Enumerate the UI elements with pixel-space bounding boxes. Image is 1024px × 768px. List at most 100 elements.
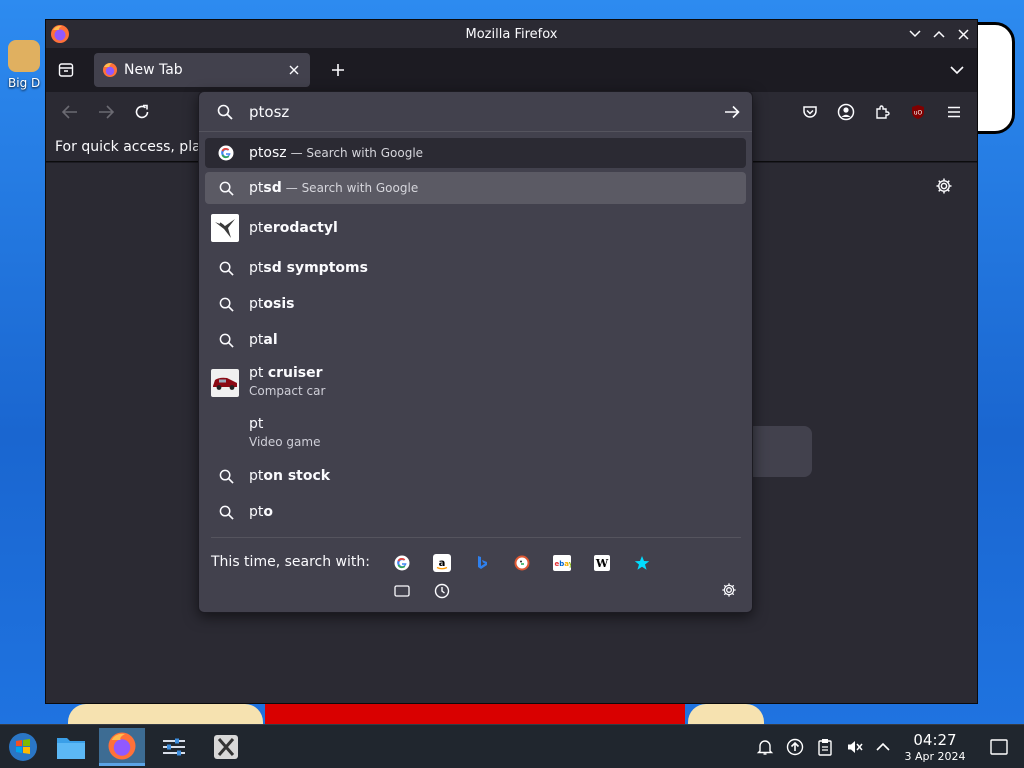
suggestion-row[interactable]: pt Video game xyxy=(205,408,746,458)
search-icon xyxy=(217,331,235,349)
suggestion-row[interactable]: ptosz — Search with Google xyxy=(205,138,746,168)
sliders-icon xyxy=(163,738,185,756)
forward-arrow-icon[interactable] xyxy=(94,100,118,124)
suggestion-completion: erodactyl xyxy=(263,220,338,236)
google-engine-icon[interactable] xyxy=(393,554,411,572)
suggestion-typed: pt xyxy=(249,260,264,276)
wikipedia-engine-icon[interactable]: W xyxy=(593,554,611,572)
tabs-mode-icon[interactable] xyxy=(393,582,411,600)
ublock-origin-icon[interactable]: uO xyxy=(906,100,930,124)
search-icon xyxy=(217,179,235,197)
window-title: Mozilla Firefox xyxy=(465,26,558,42)
suggestion-typed: pt xyxy=(249,296,264,312)
hamburger-menu-icon[interactable] xyxy=(942,100,966,124)
start-menu-button[interactable] xyxy=(0,728,46,766)
window-controls xyxy=(907,24,971,44)
suggestion-row[interactable]: pto xyxy=(205,494,746,530)
newtab-settings-gear-icon[interactable] xyxy=(935,177,955,197)
clipboard-icon[interactable] xyxy=(815,737,835,757)
title-bar[interactable]: Mozilla Firefox xyxy=(46,20,977,48)
amazon-engine-icon[interactable]: a xyxy=(433,554,451,572)
duckduckgo-engine-icon[interactable] xyxy=(513,554,531,572)
suggestion-typed: pt xyxy=(249,180,264,196)
svg-text:ebay: ebay xyxy=(555,560,572,568)
search-settings-gear-icon[interactable] xyxy=(721,582,739,600)
taskbar-file-manager[interactable] xyxy=(48,728,94,766)
minimize-icon[interactable] xyxy=(907,24,923,44)
suggestion-completion: on stock xyxy=(263,468,331,484)
pterodactyl-thumbnail xyxy=(211,214,239,242)
taskbar-firefox[interactable] xyxy=(99,728,145,766)
history-clock-icon[interactable] xyxy=(433,582,451,600)
extensions-puzzle-icon[interactable] xyxy=(870,100,894,124)
search-icon xyxy=(217,503,235,521)
back-arrow-icon[interactable] xyxy=(58,100,82,124)
maximize-icon[interactable] xyxy=(931,24,947,44)
firefox-view-icon xyxy=(58,63,74,77)
suggestion-row[interactable]: ptal xyxy=(205,322,746,358)
suggestion-subtitle: Compact car xyxy=(249,384,326,398)
suggestion-completion: cruiser xyxy=(267,365,323,381)
suggestion-typed: pt xyxy=(249,220,264,236)
desktop-icon[interactable]: Big D xyxy=(8,40,48,90)
list-all-tabs-chevron-icon[interactable] xyxy=(947,60,967,80)
x-app-icon xyxy=(214,735,238,759)
search-icon xyxy=(217,467,235,485)
tab-close-icon[interactable] xyxy=(286,61,302,79)
suggestion-typed: pt xyxy=(249,504,264,520)
suggestion-row[interactable]: pton stock xyxy=(205,458,746,494)
suggestion-row[interactable]: pterodactyl xyxy=(205,206,746,250)
one-off-label: This time, search with: xyxy=(211,554,370,570)
suggestion-action: — Search with Google xyxy=(285,181,419,195)
new-tab-plus-icon[interactable] xyxy=(326,58,350,82)
suggestion-row[interactable]: ptsd — Search with Google xyxy=(205,172,746,204)
tab-bar: New Tab xyxy=(46,48,977,92)
system-clock[interactable]: 04:27 3 Apr 2024 xyxy=(900,731,970,763)
suggestion-subtitle: Video game xyxy=(249,435,321,449)
car-thumbnail xyxy=(211,369,239,397)
updates-icon[interactable] xyxy=(785,737,805,757)
go-arrow-icon[interactable] xyxy=(722,102,742,122)
google-g-icon xyxy=(217,144,235,162)
suggestion-completion: al xyxy=(263,332,278,348)
svg-text:W: W xyxy=(595,557,609,570)
wallpaper-shape xyxy=(68,704,263,724)
search-icon xyxy=(217,259,235,277)
firefox-tab-icon xyxy=(103,63,117,77)
top-site-tile[interactable] xyxy=(746,426,812,477)
suggestion-action: — Search with Google xyxy=(290,146,424,160)
firefox-view-button[interactable] xyxy=(46,48,86,92)
bookmarks-toolbar-message: For quick access, plac xyxy=(55,138,209,155)
bing-engine-icon[interactable] xyxy=(473,554,491,572)
suggestion-typed: pt xyxy=(249,416,264,432)
bookmarks-star-icon[interactable] xyxy=(633,554,651,572)
desktop-icon-label: Big D xyxy=(8,76,41,90)
taskbar-x-app[interactable] xyxy=(203,728,249,766)
close-window-icon[interactable] xyxy=(955,24,971,44)
reload-icon[interactable] xyxy=(130,100,154,124)
clock-time: 04:27 xyxy=(913,731,957,749)
suggestion-row[interactable]: pt cruiser Compact car xyxy=(205,358,746,408)
account-icon[interactable] xyxy=(834,100,858,124)
notifications-bell-icon[interactable] xyxy=(755,737,775,757)
firefox-logo-icon[interactable] xyxy=(50,24,70,44)
urlbar-input[interactable] xyxy=(249,101,699,123)
wallpaper-shape xyxy=(975,22,1015,134)
suggestion-row[interactable]: ptosis xyxy=(205,286,746,322)
suggestion-row[interactable]: ptsd symptoms xyxy=(205,250,746,286)
svg-text:a: a xyxy=(439,558,446,569)
suggestion-typed: pt xyxy=(249,332,264,348)
ebay-engine-icon[interactable]: ebay xyxy=(553,554,571,572)
tab-new-tab[interactable]: New Tab xyxy=(94,53,310,87)
suggestion-completion: sd xyxy=(263,180,282,196)
tray-expand-chevron-icon[interactable] xyxy=(873,737,893,757)
wallpaper-shape xyxy=(688,704,764,724)
suggestion-list: ptosz — Search with Google ptsd — Search w… xyxy=(205,138,746,530)
taskbar-settings[interactable] xyxy=(151,728,197,766)
tab-label: New Tab xyxy=(124,62,183,78)
pocket-icon[interactable] xyxy=(798,100,822,124)
clock-date: 3 Apr 2024 xyxy=(904,750,966,763)
svg-text:uO: uO xyxy=(914,110,923,117)
show-desktop-icon[interactable] xyxy=(989,737,1009,757)
volume-muted-icon[interactable] xyxy=(845,737,865,757)
